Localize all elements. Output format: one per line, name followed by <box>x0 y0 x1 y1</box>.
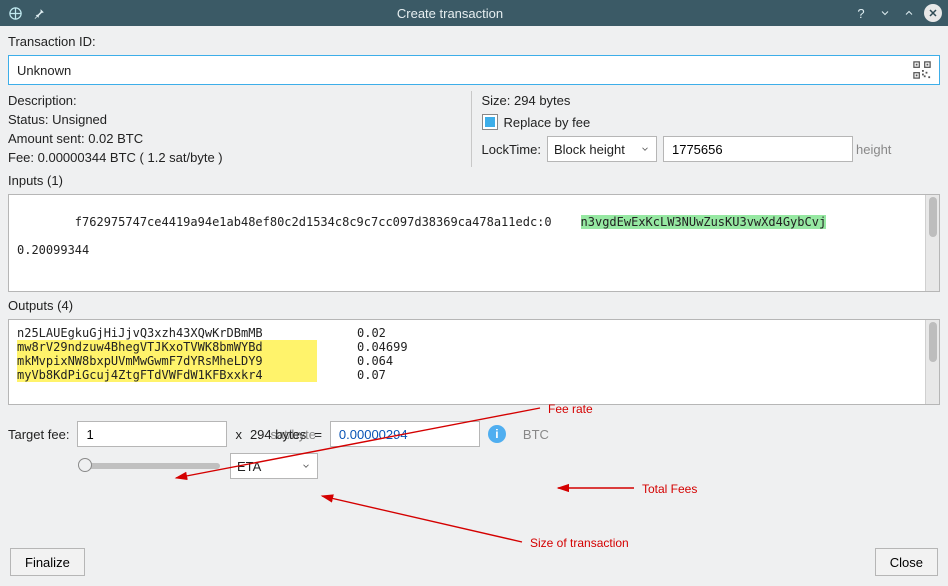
fee-mode-value: ETA <box>237 459 261 474</box>
status-text: Status: Unsigned <box>8 112 467 127</box>
input-address: n3vgdEwExKcLW3NUwZusKU3vwXd4GybCvj <box>581 215 827 229</box>
output-value: 0.02 <box>357 326 437 340</box>
locktime-label: LockTime: <box>482 142 541 157</box>
total-fee-input[interactable]: BTC <box>330 421 480 447</box>
locktime-type-select[interactable]: Block height <box>547 136 657 162</box>
inputs-header: Inputs (1) <box>8 173 940 188</box>
titlebar: Create transaction ? <box>0 0 948 26</box>
output-value: 0.04699 <box>357 340 437 354</box>
fee-mode-select[interactable]: ETA <box>230 453 318 479</box>
output-address: myVb8KdPiGcuj4ZtgFTdVWFdW1KFBxxkr4 <box>17 368 317 382</box>
size-bytes-text: 294 bytes <box>250 427 306 442</box>
annotation-total-fees: Total Fees <box>642 482 697 496</box>
output-value: 0.064 <box>357 354 437 368</box>
scrollbar[interactable] <box>925 320 939 404</box>
pin-icon[interactable] <box>30 4 48 22</box>
input-amount: 0.20099344 <box>17 243 931 257</box>
locktime-suffix: height <box>856 142 891 157</box>
output-value: 0.07 <box>357 368 437 382</box>
fee-text: Fee: 0.00000344 BTC ( 1.2 sat/byte ) <box>8 150 467 165</box>
maximize-icon[interactable] <box>900 4 918 22</box>
info-icon[interactable]: i <box>488 425 506 443</box>
chevron-down-icon <box>301 459 311 474</box>
qr-icon[interactable] <box>913 61 931 79</box>
mult-sign: x <box>235 427 242 442</box>
help-icon[interactable]: ? <box>852 4 870 22</box>
amount-sent-text: Amount sent: 0.02 BTC <box>8 131 467 146</box>
close-button[interactable]: Close <box>875 548 938 576</box>
checkbox-icon <box>482 114 498 130</box>
transaction-id-value: Unknown <box>17 63 913 78</box>
locktime-type-value: Block height <box>554 142 625 157</box>
output-address: n25LAUEgkuGjHiJjvQ3xzh43XQwKrDBmMB <box>17 326 317 340</box>
minimize-icon[interactable] <box>876 4 894 22</box>
app-icon <box>6 4 24 22</box>
outputs-box[interactable]: n25LAUEgkuGjHiJjvQ3xzh43XQwKrDBmMB 0.02 … <box>8 319 940 405</box>
output-address: mkMvpixNW8bxpUVmMwGwmF7dYRsMheLDY9 <box>17 354 317 368</box>
chevron-down-icon <box>640 142 650 157</box>
inputs-box[interactable]: f762975747ce4419a94e1ab48ef80c2d1534c8c9… <box>8 194 940 292</box>
fee-slider[interactable] <box>80 463 220 469</box>
locktime-value <box>670 141 850 158</box>
input-txref: f762975747ce4419a94e1ab48ef80c2d1534c8c9… <box>75 215 552 229</box>
scrollbar[interactable] <box>925 195 939 291</box>
transaction-id-field[interactable]: Unknown <box>8 55 940 85</box>
target-fee-input[interactable]: sat/byte <box>77 421 227 447</box>
total-fee-suffix: BTC <box>523 427 549 442</box>
replace-by-fee-label: Replace by fee <box>504 115 591 130</box>
output-address: mw8rV29ndzuw4BhegVTJKxoTVWK8bmWYBd <box>17 340 317 354</box>
locktime-value-input[interactable]: height <box>663 136 853 162</box>
finalize-button[interactable]: Finalize <box>10 548 85 576</box>
outputs-header: Outputs (4) <box>8 298 940 313</box>
close-icon[interactable] <box>924 4 942 22</box>
replace-by-fee-checkbox[interactable]: Replace by fee <box>482 114 941 130</box>
size-text: Size: 294 bytes <box>482 93 941 108</box>
window-title: Create transaction <box>48 6 852 21</box>
description-label: Description: <box>8 93 467 108</box>
transaction-id-label: Transaction ID: <box>8 34 940 49</box>
target-fee-label: Target fee: <box>8 427 69 442</box>
equals-sign: = <box>314 427 322 442</box>
